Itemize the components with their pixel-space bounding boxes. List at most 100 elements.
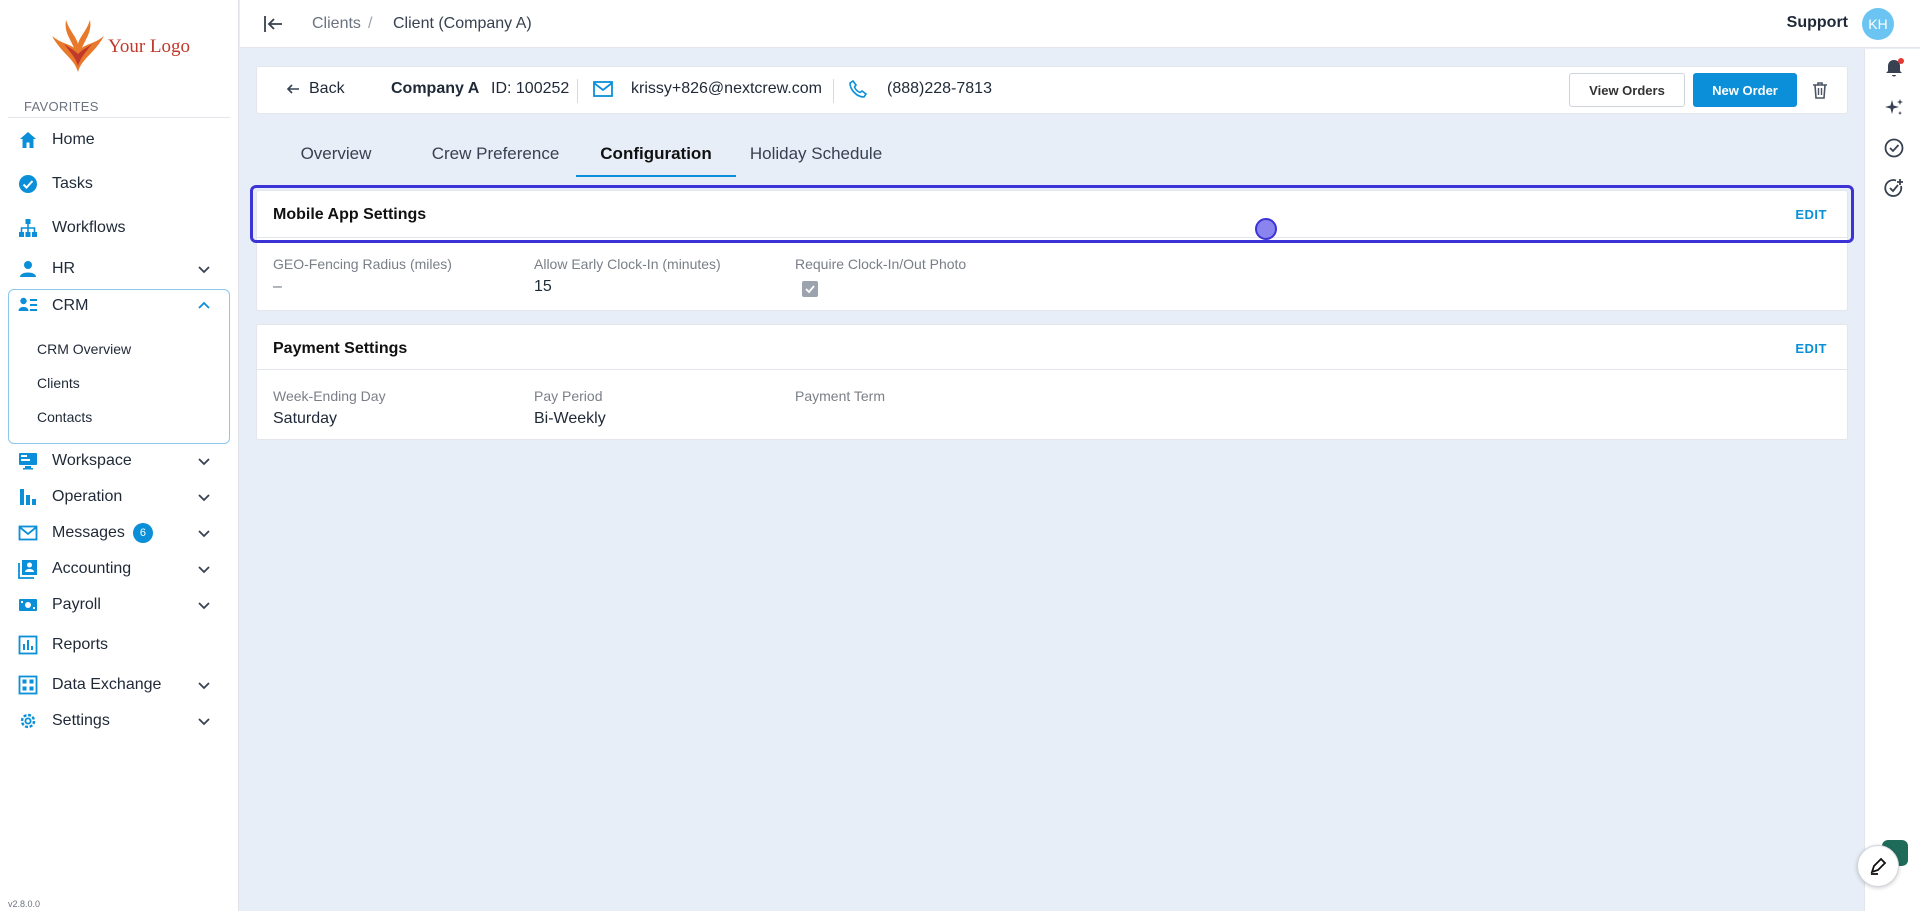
sidebar-item-label: Workspace — [52, 452, 132, 469]
crm-icon — [18, 296, 38, 316]
sidebar-item-reports[interactable]: Reports — [8, 627, 230, 663]
client-name: Company A — [391, 80, 480, 97]
sidebar-item-messages[interactable]: Messages 6 — [8, 515, 230, 551]
tab-holiday-schedule[interactable]: Holiday Schedule — [748, 144, 884, 178]
add-task-icon[interactable] — [1883, 177, 1905, 199]
sidebar-item-label: Payroll — [52, 596, 101, 613]
card-divider — [257, 369, 1847, 370]
sidebar-item-label: Settings — [52, 712, 110, 729]
sidebar-item-settings[interactable]: Settings — [8, 703, 230, 739]
checkmark-icon — [805, 285, 815, 294]
payroll-icon — [18, 595, 38, 615]
sidebar-item-label: Tasks — [52, 175, 93, 192]
user-avatar[interactable]: KH — [1862, 8, 1894, 40]
grid-icon — [18, 675, 38, 695]
sidebar-item-label: Messages — [52, 524, 125, 541]
logo-text: Your Logo — [108, 36, 191, 57]
phone-text: (888)228-7813 — [887, 80, 992, 97]
chevron-down-icon — [198, 682, 210, 690]
sidebar-item-label: Operation — [52, 488, 123, 505]
sidebar-item-workflows[interactable]: Workflows — [8, 210, 230, 246]
sidebar-subitem-clients[interactable]: Clients — [37, 375, 80, 391]
pay-period-label: Pay Period — [534, 388, 603, 404]
chevron-down-icon — [198, 718, 210, 726]
new-order-button[interactable]: New Order — [1693, 73, 1797, 107]
week-ending-day-value: Saturday — [273, 410, 338, 427]
bar-chart-icon — [18, 487, 38, 507]
company-logo[interactable]: Your Logo — [48, 14, 198, 76]
focus-highlight — [250, 185, 1854, 243]
week-ending-day-label: Week-Ending Day — [273, 388, 386, 404]
tab-overview[interactable]: Overview — [296, 144, 376, 178]
person-icon — [18, 259, 38, 279]
client-phone[interactable]: (888)228-7813 — [849, 80, 992, 98]
sidebar-item-label: Home — [52, 131, 95, 148]
sidebar-item-accounting[interactable]: Accounting — [8, 551, 230, 587]
messages-count-badge: 6 — [132, 523, 153, 543]
client-header: Back Company A ID: 100252 krissy+826@nex… — [256, 66, 1848, 114]
support-link[interactable]: Support — [1787, 14, 1848, 32]
chevron-up-icon — [198, 301, 210, 309]
top-bar: Clients / Client (Company A) Support KH — [240, 0, 1920, 48]
collapse-sidebar-icon[interactable] — [262, 13, 284, 35]
sidebar-item-data-exchange[interactable]: Data Exchange — [8, 667, 230, 703]
mail-icon — [593, 81, 613, 97]
chevron-down-icon — [198, 530, 210, 538]
workflow-icon — [18, 218, 38, 238]
chevron-down-icon — [198, 266, 210, 274]
sidebar-item-hr[interactable]: HR — [8, 251, 230, 287]
sidebar-item-home[interactable]: Home — [8, 122, 230, 158]
chevron-down-icon — [198, 458, 210, 466]
breadcrumb-separator: / — [368, 15, 373, 32]
geo-fencing-value: – — [273, 278, 282, 295]
monitor-icon — [18, 451, 38, 471]
sidebar-item-label: Workflows — [52, 219, 126, 236]
divider — [833, 79, 834, 103]
chevron-down-icon — [198, 494, 210, 502]
favorites-divider — [8, 117, 230, 118]
sidebar-item-workspace[interactable]: Workspace — [8, 443, 230, 479]
client-email[interactable]: krissy+826@nextcrew.com — [593, 80, 822, 98]
breadcrumb-clients[interactable]: Clients — [312, 15, 361, 33]
reports-icon — [18, 635, 38, 655]
back-button[interactable]: Back — [285, 80, 345, 98]
email-text: krissy+826@nextcrew.com — [631, 80, 822, 97]
sidebar-item-label: Accounting — [52, 560, 132, 577]
tab-crew-preference[interactable]: Crew Preference — [428, 144, 563, 178]
trash-icon[interactable] — [1810, 80, 1830, 100]
early-clock-in-value: 15 — [534, 278, 552, 295]
check-circle-icon — [18, 174, 38, 194]
sidebar-item-payroll[interactable]: Payroll — [8, 587, 230, 623]
arrow-left-icon — [286, 84, 299, 94]
sidebar-item-crm[interactable]: CRM — [8, 288, 230, 324]
accounting-icon — [18, 559, 38, 579]
home-icon — [18, 130, 38, 150]
early-clock-in-label: Allow Early Clock-In (minutes) — [534, 256, 721, 272]
sidebar-item-label: Data Exchange — [52, 676, 162, 693]
payment-term-label: Payment Term — [795, 388, 885, 404]
tab-configuration[interactable]: Configuration — [594, 144, 718, 178]
pay-period-value: Bi-Weekly — [534, 410, 606, 427]
mail-icon — [18, 523, 38, 543]
sidebar-item-label: Reports — [52, 636, 109, 653]
sidebar-subitem-contacts[interactable]: Contacts — [37, 409, 92, 425]
sidebar-item-tasks[interactable]: Tasks — [8, 166, 230, 202]
sidebar-subitem-crm-overview[interactable]: CRM Overview — [37, 341, 131, 357]
view-orders-button[interactable]: View Orders — [1569, 73, 1685, 107]
pen-icon — [1870, 857, 1887, 875]
favorites-label: FAVORITES — [24, 99, 99, 114]
quick-action-button[interactable] — [1857, 845, 1899, 887]
notification-bell-icon[interactable] — [1883, 57, 1905, 79]
gear-icon — [18, 711, 38, 731]
app-version: v2.8.0.0 — [8, 899, 41, 909]
sidebar-item-operation[interactable]: Operation — [8, 479, 230, 515]
clock-photo-checkbox — [802, 281, 818, 297]
sparkle-icon[interactable] — [1883, 97, 1905, 119]
task-check-icon[interactable] — [1883, 137, 1905, 159]
divider — [577, 79, 578, 103]
sidebar-item-label: CRM — [52, 297, 89, 314]
geo-fencing-label: GEO-Fencing Radius (miles) — [273, 256, 452, 272]
payment-settings-title: Payment Settings — [273, 340, 408, 357]
payment-settings-edit-button[interactable]: EDIT — [1795, 341, 1827, 356]
cursor-indicator — [1255, 218, 1277, 240]
